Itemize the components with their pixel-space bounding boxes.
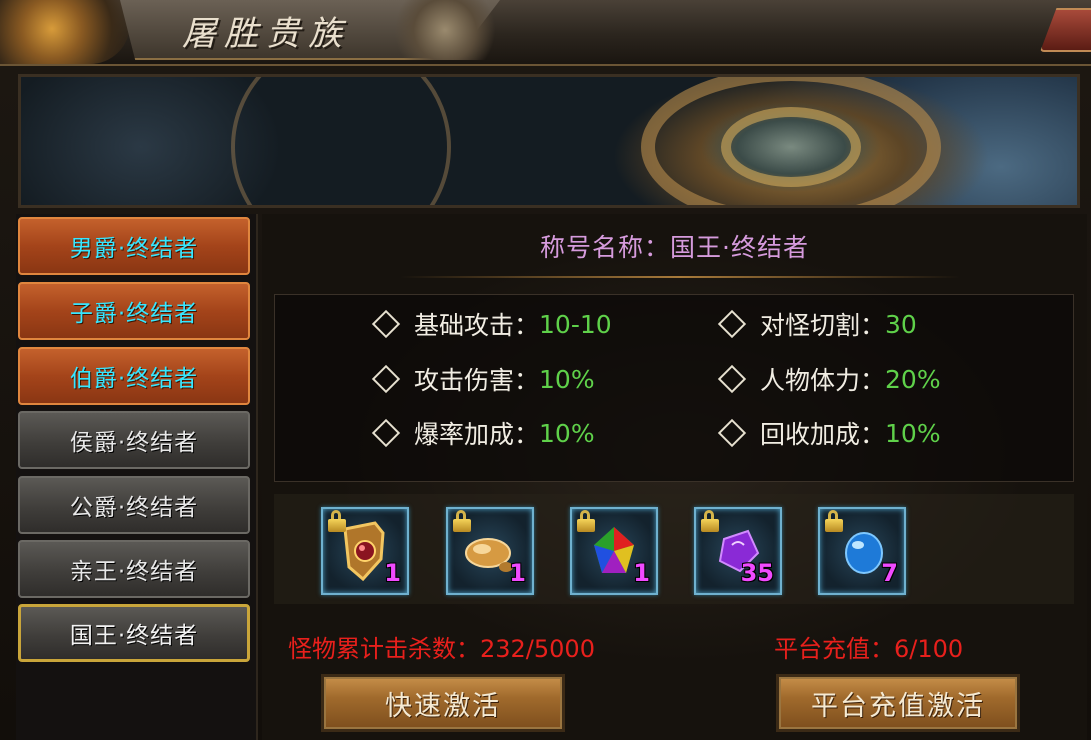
item-count: 1 xyxy=(633,559,650,587)
stat-value: 20% xyxy=(885,364,941,394)
stat-label: 攻击伤害： xyxy=(414,366,540,395)
stat-recycle-bonus: 回收加成： 10% xyxy=(717,415,941,451)
title-name-value: 国王·终结者 xyxy=(670,233,809,262)
stat-value: 10% xyxy=(885,418,941,448)
recharge-progress: 平台充值：6/100 xyxy=(774,629,963,664)
tab-label: 国王·终结者 xyxy=(69,623,199,649)
diamond-icon xyxy=(371,418,401,448)
kill-count-value: 232/5000 xyxy=(480,635,595,663)
stat-label: 人物体力： xyxy=(760,366,886,395)
item-count: 1 xyxy=(384,559,401,587)
tab-label: 子爵·终结者 xyxy=(69,301,199,327)
lock-icon xyxy=(451,510,473,532)
stat-value: 30 xyxy=(885,309,917,339)
stat-vitality: 人物体力： 20% xyxy=(717,361,941,397)
window-title: 屠胜贵族 xyxy=(182,14,350,54)
lock-icon xyxy=(575,510,597,532)
item-count: 1 xyxy=(509,559,526,587)
tab-label: 男爵·终结者 xyxy=(69,236,199,262)
kill-count-progress: 怪物累计击杀数：232/5000 xyxy=(288,629,595,664)
tab-label: 伯爵·终结者 xyxy=(69,366,199,392)
title-bar: 屠胜贵族 xyxy=(0,0,1091,66)
stat-label: 对怪切割： xyxy=(760,311,886,340)
quick-activate-button[interactable]: 快速激活 xyxy=(321,674,565,732)
stat-label: 爆率加成： xyxy=(414,420,540,449)
title-tab-list: 男爵·终结者 子爵·终结者 伯爵·终结者 侯爵·终结者 公爵·终结者 亲王·终结… xyxy=(16,214,258,740)
item-slot[interactable]: 1 xyxy=(446,507,534,595)
lock-icon xyxy=(823,510,845,532)
stat-base-attack: 基础攻击： 10-10 xyxy=(371,306,612,342)
item-slot[interactable]: 1 xyxy=(570,507,658,595)
item-slot[interactable]: 1 xyxy=(321,507,409,595)
diamond-icon xyxy=(717,418,747,448)
diamond-icon xyxy=(717,364,747,394)
lock-icon xyxy=(326,510,348,532)
banner-arc xyxy=(231,77,451,205)
stat-drop-rate: 爆率加成： 10% xyxy=(371,415,595,451)
ornament-icon xyxy=(390,0,500,60)
stat-monster-cut: 对怪切割： 30 xyxy=(717,306,917,342)
lock-icon xyxy=(699,510,721,532)
item-slot[interactable]: 35 xyxy=(694,507,782,595)
kill-count-label: 怪物累计击杀数： xyxy=(288,635,480,663)
tab-earl[interactable]: 伯爵·终结者 xyxy=(18,347,250,405)
title-name-label: 称号名称： xyxy=(540,233,671,262)
tab-label: 侯爵·终结者 xyxy=(69,430,199,456)
tab-prince[interactable]: 亲王·终结者 xyxy=(18,540,250,598)
tab-king[interactable]: 国王·终结者 xyxy=(18,604,250,662)
recharge-activate-button[interactable]: 平台充值激活 xyxy=(776,674,1020,732)
banner-ring-inner xyxy=(721,107,861,187)
tab-duke[interactable]: 公爵·终结者 xyxy=(18,476,250,534)
dragon-ornament-icon xyxy=(0,0,130,64)
tab-marquis[interactable]: 侯爵·终结者 xyxy=(18,411,250,469)
item-slot[interactable]: 7 xyxy=(818,507,906,595)
stat-attack-damage: 攻击伤害： 10% xyxy=(371,361,595,397)
divider xyxy=(400,276,960,278)
stat-value: 10% xyxy=(539,418,595,448)
tab-baron[interactable]: 男爵·终结者 xyxy=(18,217,250,275)
diamond-icon xyxy=(717,309,747,339)
tab-label: 亲王·终结者 xyxy=(69,559,199,585)
item-count: 35 xyxy=(740,559,774,587)
tab-label: 公爵·终结者 xyxy=(69,495,199,521)
title-name: 称号名称：国王·终结者 xyxy=(262,228,1087,264)
stat-value: 10% xyxy=(539,364,595,394)
item-count: 7 xyxy=(881,559,898,587)
game-window: 屠胜贵族 男爵·终结者 子爵·终结者 伯爵·终结者 侯爵·终结者 公爵·终结者 … xyxy=(0,0,1091,740)
header-banner-image xyxy=(18,74,1080,208)
recharge-value: 6/100 xyxy=(894,635,964,663)
recharge-label: 平台充值： xyxy=(774,635,894,663)
stat-value: 10-10 xyxy=(539,309,612,339)
tab-viscount[interactable]: 子爵·终结者 xyxy=(18,282,250,340)
diamond-icon xyxy=(371,309,401,339)
diamond-icon xyxy=(371,364,401,394)
close-button[interactable] xyxy=(1040,8,1091,52)
stat-label: 回收加成： xyxy=(760,420,886,449)
stat-label: 基础攻击： xyxy=(414,311,540,340)
